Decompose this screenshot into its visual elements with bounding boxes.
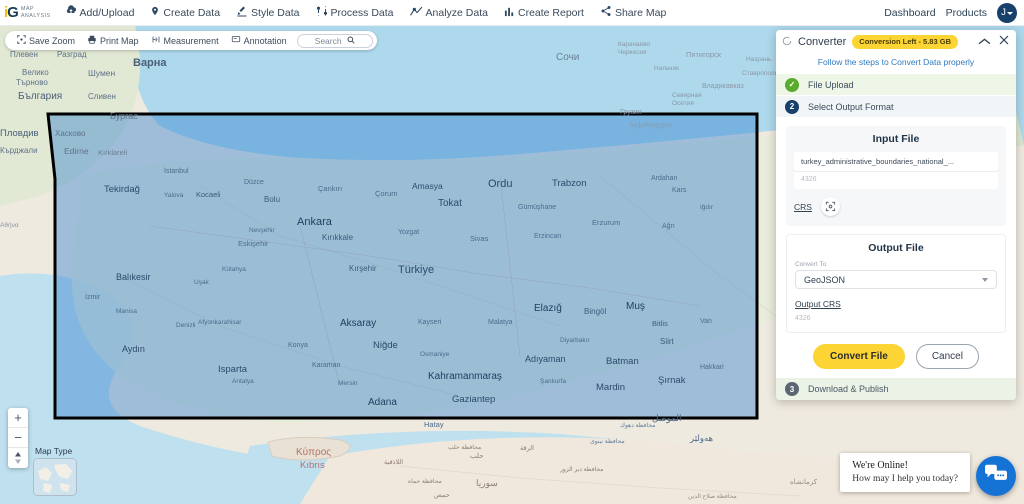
nav-label: Create Data [163, 7, 220, 19]
nav-item-analyze-data[interactable]: Analyze Data [402, 6, 496, 20]
nav-link-products[interactable]: Products [946, 7, 987, 19]
search-placeholder: Search [315, 36, 342, 46]
input-crs-row: CRS [794, 197, 998, 216]
toolbar-label: Save Zoom [29, 36, 75, 46]
output-file-card: Output File Convert To GeoJSON Output CR… [786, 234, 1006, 333]
nav-label: Analyze Data [426, 7, 488, 19]
converter-panel-header: Converter Conversion Left - 5.83 GB [776, 30, 1016, 53]
toolbar-save-zoom[interactable]: Save Zoom [11, 35, 81, 46]
toolbar-label: Print Map [100, 36, 139, 46]
nav-label: Create Report [518, 7, 584, 19]
chat-bubbles-icon [985, 464, 1007, 489]
scan-target-icon[interactable] [821, 197, 840, 216]
printer-icon [87, 35, 97, 46]
toolbar-print-map[interactable]: Print Map [81, 35, 145, 46]
converter-panel: Converter Conversion Left - 5.83 GB Foll… [776, 30, 1016, 400]
logo-line-2: ANALYSIS [21, 13, 51, 20]
app-logo[interactable]: iiGG MAP ANALYSIS [0, 5, 57, 20]
map-toolbar: Save Zoom Print Map Measurement Annotati… [5, 31, 377, 50]
step-number-badge: 3 [785, 382, 799, 396]
chevron-up-icon[interactable] [978, 33, 991, 51]
avatar-initial: J [1001, 7, 1006, 18]
toolbar-label: Measurement [164, 36, 219, 46]
refresh-circle-icon [782, 33, 792, 51]
nav-item-share-map[interactable]: Share Map [592, 5, 674, 20]
output-crs-value: 4326 [795, 315, 997, 322]
input-filename: turkey_administrative_boundaries_nationa… [794, 152, 998, 171]
chevron-down-icon [1007, 12, 1013, 15]
zoom-out-button[interactable]: − [8, 428, 28, 448]
zoom-controls: + − [8, 408, 28, 468]
logo-text: MAP ANALYSIS [21, 6, 51, 20]
convert-to-label: Convert To [795, 261, 997, 268]
chat-fab-button[interactable] [976, 456, 1016, 496]
step-label: Download & Publish [808, 384, 889, 394]
nav-item-process-data[interactable]: Process Data [308, 5, 402, 20]
nav-item-add-upload[interactable]: Add/Upload [57, 5, 143, 20]
annotation-icon [231, 35, 241, 46]
crosshair-icon [17, 35, 26, 46]
avatar[interactable]: J [997, 3, 1017, 23]
chat-greeting-bubble: We're Online! How may I help you today? [840, 453, 970, 492]
map-type-label: Map Type [35, 446, 72, 456]
step-label: File Upload [808, 80, 854, 90]
search-input[interactable]: Search [297, 34, 373, 48]
world-map-thumb-icon [34, 459, 77, 496]
close-icon[interactable] [998, 33, 1010, 51]
nav-item-create-data[interactable]: Create Data [142, 5, 228, 20]
step-file-upload[interactable]: ✓ File Upload [776, 74, 1016, 96]
nav-label: Add/Upload [80, 7, 135, 19]
nav-label: Style Data [251, 7, 299, 19]
nav-link-dashboard[interactable]: Dashboard [884, 7, 935, 19]
cloud-upload-icon [65, 5, 77, 20]
toolbar-label: Annotation [244, 36, 287, 46]
nav-label: Share Map [615, 7, 666, 19]
bar-chart-icon [504, 6, 515, 20]
input-epsg-value: 4326 [794, 171, 998, 189]
logo-line-1: MAP [21, 6, 51, 13]
measure-icon [151, 35, 161, 46]
output-file-title: Output File [795, 242, 997, 254]
nav-right-group: Dashboard Products J [884, 3, 1024, 23]
step-download-publish[interactable]: 3 Download & Publish [776, 378, 1016, 400]
share-icon [600, 5, 612, 20]
cancel-button[interactable]: Cancel [916, 344, 979, 369]
input-file-title: Input File [794, 133, 998, 145]
paint-icon [236, 5, 248, 20]
step-select-output-format[interactable]: 2 Select Output Format [776, 96, 1016, 118]
chat-line-1: We're Online! [852, 460, 958, 471]
check-circle-icon: ✓ [785, 78, 799, 92]
top-navigation-bar: iiGG MAP ANALYSIS Add/Upload Create Data… [0, 0, 1024, 26]
map-type-control[interactable]: Map Type [33, 458, 77, 496]
panel-header-actions [978, 33, 1010, 51]
chat-line-2: How may I help you today? [852, 474, 958, 484]
convert-to-select[interactable]: GeoJSON [795, 270, 997, 289]
toolbar-annotation[interactable]: Annotation [225, 35, 293, 46]
convert-file-button[interactable]: Convert File [813, 344, 905, 369]
logo-mark: iiGG [4, 5, 18, 20]
nav-label: Process Data [331, 7, 394, 19]
chevron-down-icon [982, 278, 988, 282]
output-crs-link[interactable]: Output CRS [795, 299, 841, 309]
converter-subtitle: Follow the steps to Convert Data properl… [776, 53, 1016, 74]
map-pin-icon [150, 5, 160, 20]
map-type-thumbnail[interactable] [33, 458, 77, 496]
analyze-icon [410, 6, 423, 20]
convert-to-value: GeoJSON [804, 275, 845, 285]
map-analysis-app: iiGG MAP ANALYSIS Add/Upload Create Data… [0, 0, 1024, 504]
conversion-left-badge: Conversion Left - 5.83 GB [852, 35, 958, 49]
input-file-card: Input File turkey_administrative_boundar… [786, 126, 1006, 226]
converter-actions: Convert File Cancel [776, 333, 1016, 378]
step-label: Select Output Format [808, 102, 894, 112]
nav-item-create-report[interactable]: Create Report [496, 6, 592, 20]
zoom-in-button[interactable]: + [8, 408, 28, 428]
step-number-badge: 2 [785, 100, 799, 114]
nav-item-style-data[interactable]: Style Data [228, 5, 307, 20]
converter-title: Converter [798, 36, 846, 48]
toolbar-measurement[interactable]: Measurement [145, 35, 225, 46]
compass-button[interactable] [8, 448, 28, 468]
crs-link[interactable]: CRS [794, 202, 812, 212]
process-icon [316, 5, 328, 20]
search-icon [347, 36, 355, 46]
